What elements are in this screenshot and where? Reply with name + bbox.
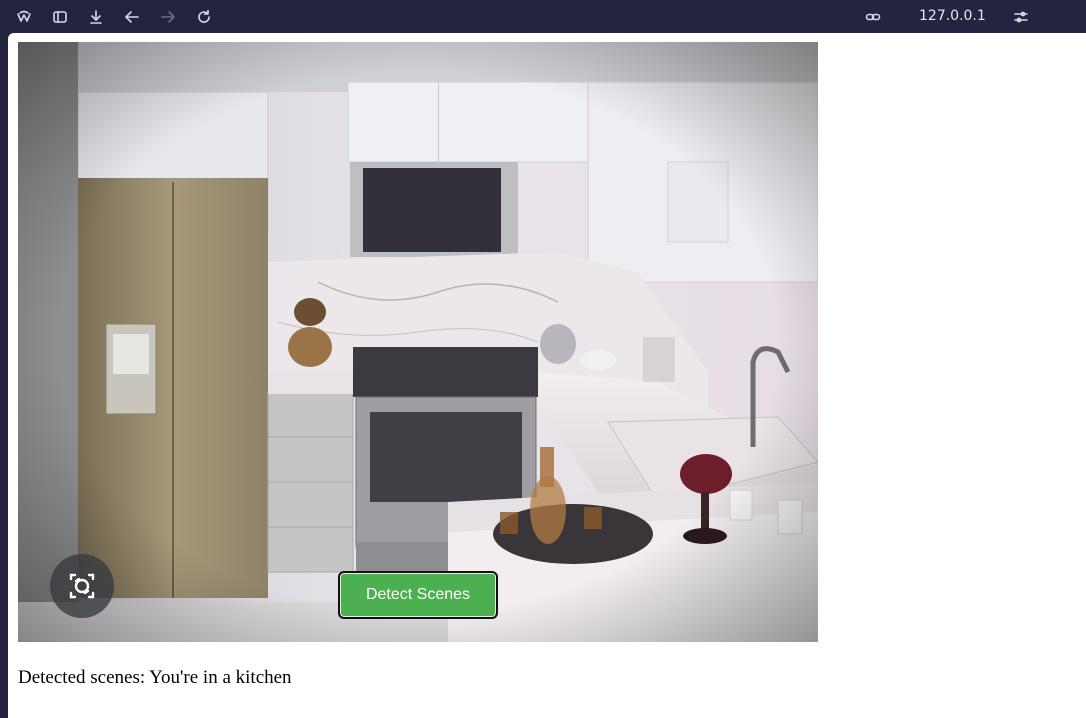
sidebar-icon[interactable] [49,6,71,28]
download-icon[interactable] [85,6,107,28]
address-bar-url[interactable]: 127.0.0.1 [919,8,986,24]
camera-feed: Detect Scenes [18,42,818,642]
detect-scenes-button[interactable]: Detect Scenes [338,571,498,619]
back-icon[interactable] [121,6,143,28]
switch-camera-icon [69,573,95,599]
page-viewport: Detect Scenes Detected scenes: You're in… [8,33,1086,718]
app-logo-icon[interactable] [13,6,35,28]
reload-icon[interactable] [193,6,215,28]
site-settings-icon[interactable] [1010,6,1032,28]
kitchen-camera-image [18,42,818,642]
forward-icon[interactable] [157,6,179,28]
switch-camera-button[interactable] [50,554,114,618]
link-icon[interactable] [862,6,884,28]
browser-toolbar: 127.0.0.1 [0,0,1086,33]
detection-result-text: Detected scenes: You're in a kitchen [18,667,292,688]
